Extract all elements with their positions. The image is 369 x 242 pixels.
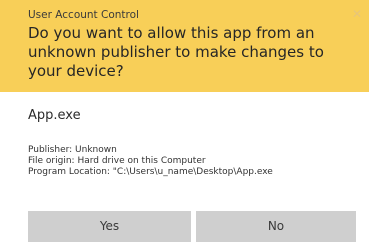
button-row: Yes No [0, 211, 369, 242]
program-location-text: Program Location: "C:\Users\u_name\Deskt… [28, 167, 273, 177]
uac-dialog: User Account Control ✕ Do you want to al… [0, 0, 369, 242]
yes-button[interactable]: Yes [28, 211, 191, 242]
uac-header: User Account Control ✕ Do you want to al… [0, 0, 369, 92]
file-origin-text: File origin: Hard drive on this Computer [28, 156, 206, 166]
permission-question: Do you want to allow this app from an un… [28, 24, 324, 80]
dialog-title: User Account Control [28, 9, 139, 21]
app-details: Publisher: Unknown File origin: Hard dri… [28, 145, 273, 178]
no-button[interactable]: No [196, 211, 356, 242]
close-icon[interactable]: ✕ [351, 8, 363, 20]
publisher-text: Publisher: Unknown [28, 145, 117, 155]
app-name: App.exe [28, 108, 81, 123]
